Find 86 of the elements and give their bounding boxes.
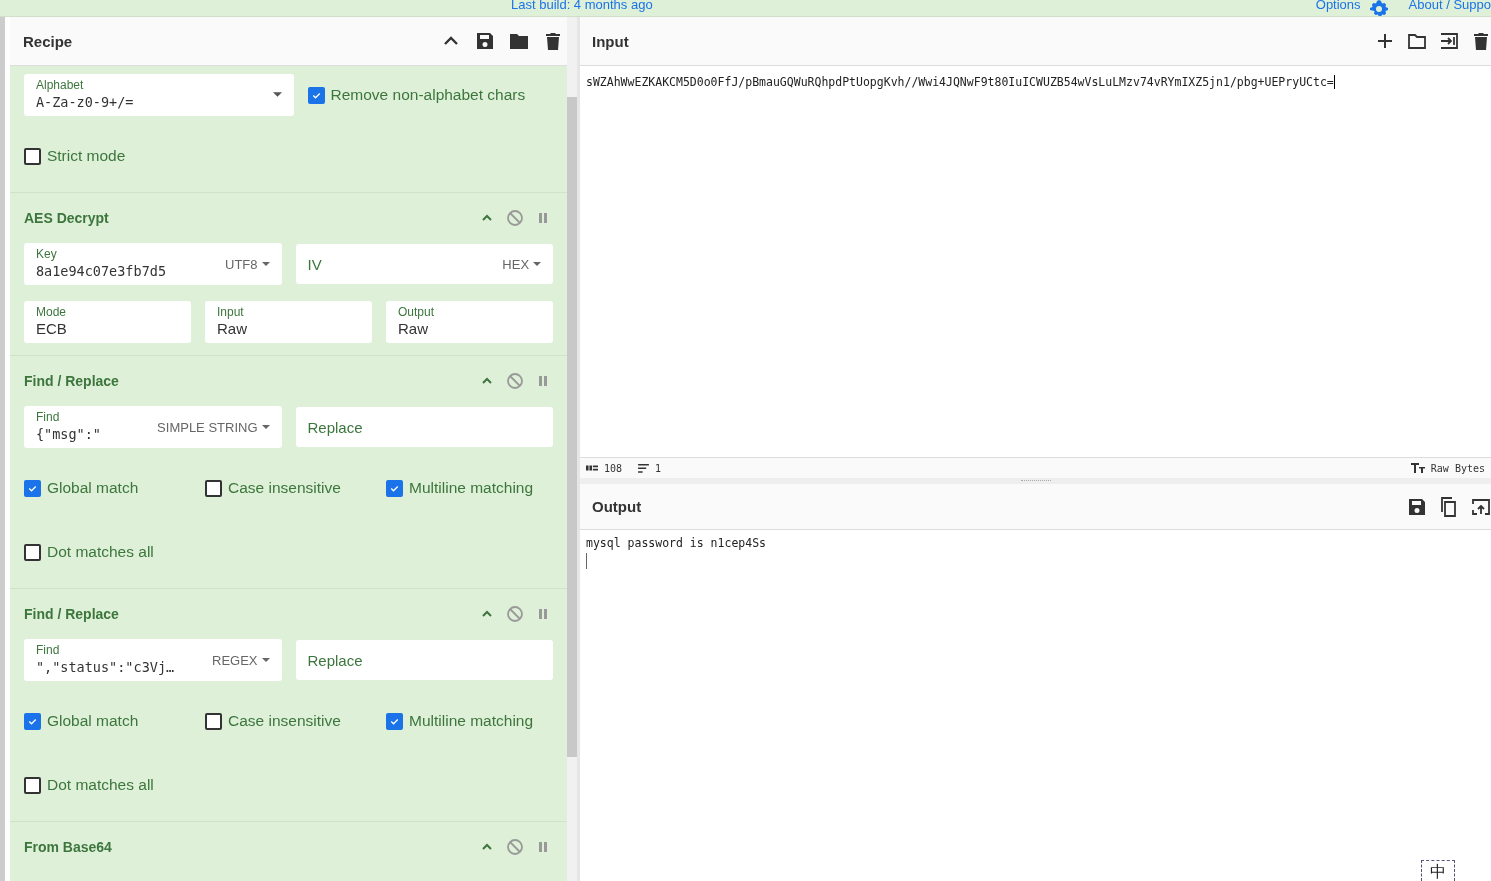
argument-field[interactable]: Find ","status":"c3Vj… REGEX [23, 639, 282, 681]
field-label: Find [35, 410, 61, 424]
checkbox-option[interactable]: Global match [23, 712, 191, 730]
disable-icon[interactable] [505, 371, 526, 391]
field-label: Find [35, 643, 61, 657]
panel-title: Input [592, 32, 629, 50]
replace-input-icon[interactable] [1471, 496, 1491, 517]
checkbox[interactable] [386, 712, 404, 730]
field-label: Input [217, 305, 245, 319]
checkbox[interactable] [307, 86, 325, 104]
checkbox[interactable] [205, 712, 222, 730]
operation-title: Find / Replace [23, 373, 119, 389]
argument-field[interactable]: Replace [295, 407, 554, 447]
option-dropdown[interactable]: HEX [502, 256, 542, 272]
panel-title: Recipe [22, 32, 73, 50]
field-value: Raw [398, 319, 430, 339]
input-text[interactable]: sWZAhWwEZKAKCM5D0o0FfJ/pBmauGQWuRQhpdPtUopgKvh//Wwi4JQNwF9t80IuICWUZB54wVsLuLMzv74vRYmIXZ5jn1/pbg+UEPryUCtc= [586, 75, 1334, 89]
argument-field[interactable]: Key 8a1e94c07e3fb7d5 UTF8 [23, 243, 282, 285]
disable-icon[interactable] [505, 837, 526, 857]
option-dropdown[interactable]: UTF8 [225, 256, 270, 272]
scrollbar-thumb[interactable] [567, 97, 577, 757]
ime-indicator[interactable]: 中 [1421, 860, 1455, 881]
operation-title: AES Decrypt [23, 210, 109, 226]
checkbox[interactable] [23, 479, 41, 497]
disable-icon[interactable] [505, 208, 526, 228]
field-label: Mode [35, 305, 67, 319]
build-note: Last build: 4 months ago [511, 0, 653, 11]
checkbox[interactable] [23, 147, 41, 165]
copy-icon[interactable] [1439, 496, 1459, 517]
option-dropdown[interactable]: SIMPLE STRING [157, 419, 270, 435]
checkbox[interactable] [205, 479, 222, 497]
length-count: 108 [604, 462, 623, 474]
checkbox-option[interactable]: Remove non-alphabet chars [307, 86, 554, 104]
argument-field[interactable]: Alphabet A-Za-z0-9+/= [23, 74, 294, 116]
header-link[interactable]: Options [1315, 0, 1361, 11]
folder-icon[interactable] [509, 31, 530, 51]
field-value: ","status":"c3Vj… [35, 658, 176, 677]
checkbox-option[interactable]: Multiline matching [386, 712, 554, 730]
argument-field[interactable]: Input Raw [205, 301, 373, 343]
argument-field[interactable]: IV HEX [295, 244, 554, 284]
checkbox-option[interactable]: Dot matches all [23, 776, 554, 794]
output-text: mysql password is n1cep4Ss [586, 536, 767, 550]
field-placeholder: Replace [307, 418, 364, 436]
checkbox[interactable] [386, 479, 404, 497]
field-label: Alphabet [35, 78, 85, 92]
field-placeholder: Replace [307, 651, 364, 669]
gear-icon[interactable] [1368, 0, 1389, 16]
checkbox[interactable] [23, 712, 41, 730]
option-dropdown[interactable]: REGEX [212, 652, 270, 668]
field-value: Raw [217, 319, 248, 339]
trash-icon[interactable] [1471, 31, 1491, 51]
disable-icon[interactable] [505, 604, 526, 624]
text-size-icon[interactable] [1410, 463, 1425, 473]
line-count: 1 [655, 462, 662, 474]
lines-icon [638, 463, 650, 473]
folder-icon[interactable] [1407, 31, 1427, 51]
checkbox[interactable] [23, 776, 41, 794]
plus-icon[interactable] [1375, 31, 1395, 51]
field-label: Output [398, 305, 436, 319]
header-link[interactable]: About / Suppo [1408, 0, 1491, 11]
checkbox-option[interactable]: Case insensitive [205, 479, 373, 497]
operation-title: From Base64 [23, 839, 112, 855]
checkbox-option[interactable]: Multiline matching [386, 479, 554, 497]
field-value: A-Za-z0-9+/= [35, 93, 135, 112]
argument-field[interactable]: Output Raw [386, 301, 554, 343]
argument-field[interactable]: Replace [295, 640, 554, 680]
argument-field[interactable]: Find {"msg":" SIMPLE STRING [23, 406, 282, 448]
checkbox[interactable] [23, 543, 41, 561]
operation-title: Find / Replace [23, 606, 119, 622]
argument-field[interactable]: Mode ECB [23, 301, 191, 343]
checkbox-option[interactable]: Strict mode [23, 147, 554, 165]
save-icon[interactable] [475, 31, 496, 51]
save-icon[interactable] [1407, 496, 1427, 517]
checkbox-option[interactable]: Dot matches all [23, 543, 554, 561]
length-icon [586, 465, 598, 471]
caret-icon[interactable] [272, 92, 282, 98]
encoding-label[interactable]: Raw Bytes [1430, 462, 1485, 474]
checkbox-option[interactable]: Case insensitive [205, 712, 373, 730]
panel-title: Output [592, 498, 642, 515]
field-value: ECB [35, 319, 68, 339]
import-icon[interactable] [1439, 31, 1459, 51]
field-placeholder: IV [307, 255, 323, 273]
field-value: 8a1e94c07e3fb7d5 [35, 262, 167, 281]
field-label: Key [35, 247, 58, 261]
checkbox-option[interactable]: Global match [23, 479, 191, 497]
field-value: {"msg":" [35, 425, 102, 444]
